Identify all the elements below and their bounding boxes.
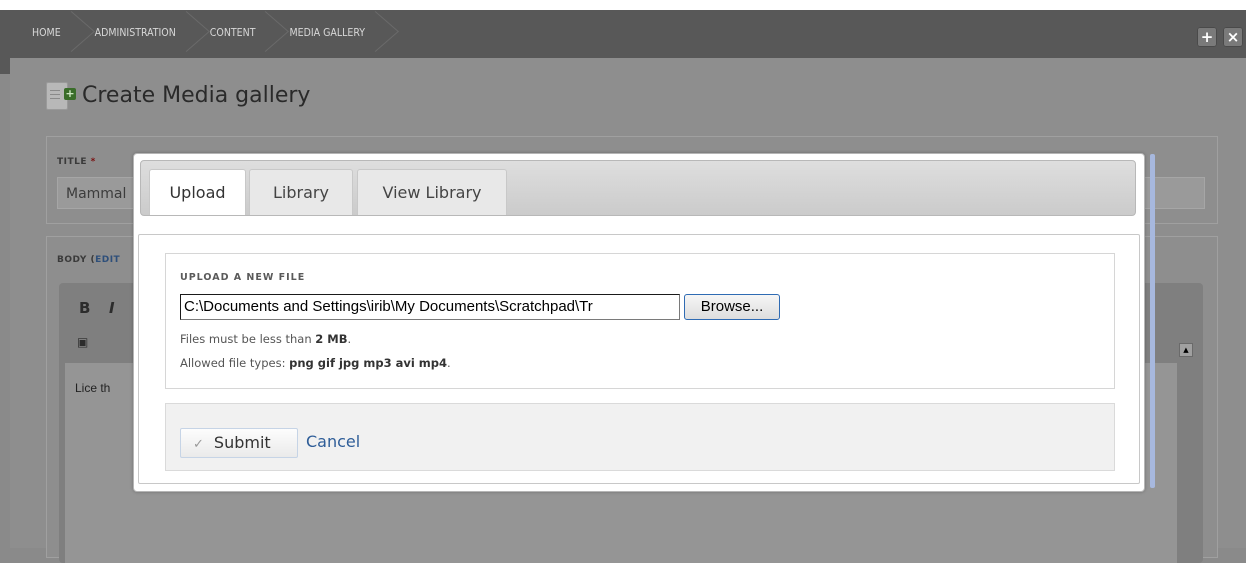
- page-title: Create Media gallery: [82, 82, 311, 108]
- close-overlay-button[interactable]: ×: [1223, 27, 1243, 47]
- dialog-scrollbar[interactable]: [1150, 154, 1155, 488]
- edit-summary-link[interactable]: EDIT: [95, 255, 120, 265]
- browse-button[interactable]: Browse...: [684, 294, 780, 320]
- body-label: BODY (EDIT: [57, 255, 121, 265]
- file-size-hint: Files must be less than 2 MB.: [180, 332, 352, 346]
- scroll-up-arrow-icon[interactable]: ▲: [1179, 343, 1193, 357]
- upload-panel: UPLOAD A NEW FILE C:\Documents and Setti…: [138, 234, 1140, 484]
- breadcrumb-administration[interactable]: ADMINISTRATION: [83, 10, 198, 54]
- cancel-link[interactable]: Cancel: [306, 432, 360, 451]
- checkmark-icon: ✓: [193, 437, 204, 452]
- breadcrumb-media-gallery[interactable]: MEDIA GALLERY: [277, 10, 387, 54]
- form-actions: ✓ Submit Cancel: [165, 403, 1115, 471]
- file-types-hint: Allowed file types: png gif jpg mp3 avi …: [180, 356, 451, 370]
- add-document-icon: +: [46, 80, 76, 110]
- italic-button[interactable]: I: [109, 299, 115, 317]
- file-path-input[interactable]: C:\Documents and Settings\irib\My Docume…: [180, 294, 680, 320]
- tab-upload[interactable]: Upload: [149, 169, 246, 215]
- breadcrumb-content[interactable]: CONTENT: [198, 10, 278, 54]
- tab-view-library[interactable]: View Library: [357, 169, 507, 215]
- breadcrumb-home[interactable]: HOME: [0, 10, 83, 54]
- submit-label: Submit: [213, 433, 271, 452]
- top-strip: [0, 0, 1246, 10]
- bold-button[interactable]: B: [79, 299, 90, 317]
- add-shortcut-button[interactable]: +: [1197, 27, 1217, 47]
- title-label: TITLE *: [57, 157, 96, 167]
- upload-fieldset: UPLOAD A NEW FILE C:\Documents and Setti…: [165, 253, 1115, 389]
- select-all-icon[interactable]: ▣: [77, 335, 88, 349]
- tab-library[interactable]: Library: [249, 169, 353, 215]
- dialog-tabbar: Upload Library View Library: [140, 160, 1136, 216]
- submit-button[interactable]: ✓ Submit: [180, 428, 298, 458]
- editor-text: Lice th: [75, 381, 111, 395]
- media-browser-dialog: Upload Library View Library UPLOAD A NEW…: [133, 153, 1145, 492]
- upload-section-label: UPLOAD A NEW FILE: [180, 272, 306, 283]
